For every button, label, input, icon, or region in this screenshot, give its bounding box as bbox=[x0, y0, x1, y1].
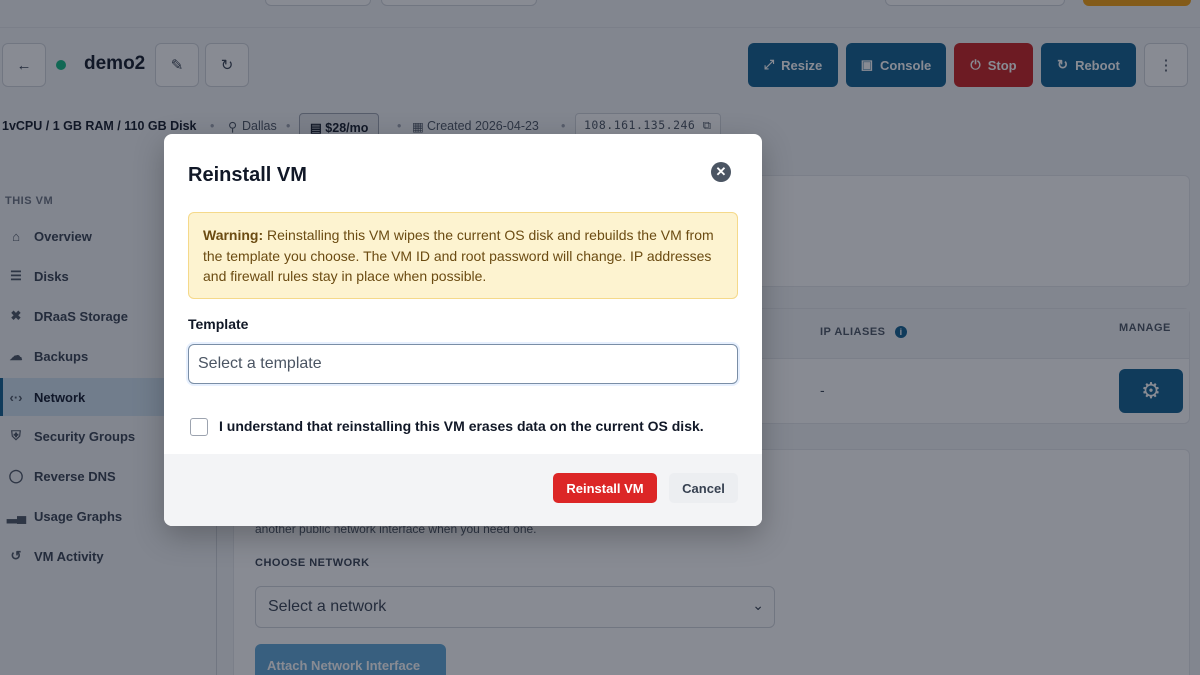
warning-label: Warning: bbox=[203, 227, 264, 243]
dialog-footer: Reinstall VM Cancel bbox=[164, 454, 762, 526]
close-icon: ✕ bbox=[715, 164, 727, 179]
template-label: Template bbox=[188, 316, 249, 332]
confirm-checkbox-label[interactable]: I understand that reinstalling this VM e… bbox=[219, 418, 704, 434]
warning-alert: Warning: Reinstalling this VM wipes the … bbox=[188, 212, 738, 299]
dialog-title: Reinstall VM bbox=[188, 164, 307, 186]
confirm-checkbox[interactable] bbox=[190, 418, 208, 436]
close-dialog-button[interactable]: ✕ bbox=[711, 162, 731, 182]
reinstall-vm-button[interactable]: Reinstall VM bbox=[553, 473, 657, 503]
template-input[interactable] bbox=[188, 344, 738, 384]
cancel-button[interactable]: Cancel bbox=[669, 473, 738, 503]
warning-text: Reinstalling this VM wipes the current O… bbox=[203, 227, 714, 284]
reinstall-vm-dialog: Reinstall VM ✕ Warning: Reinstalling thi… bbox=[164, 134, 762, 526]
